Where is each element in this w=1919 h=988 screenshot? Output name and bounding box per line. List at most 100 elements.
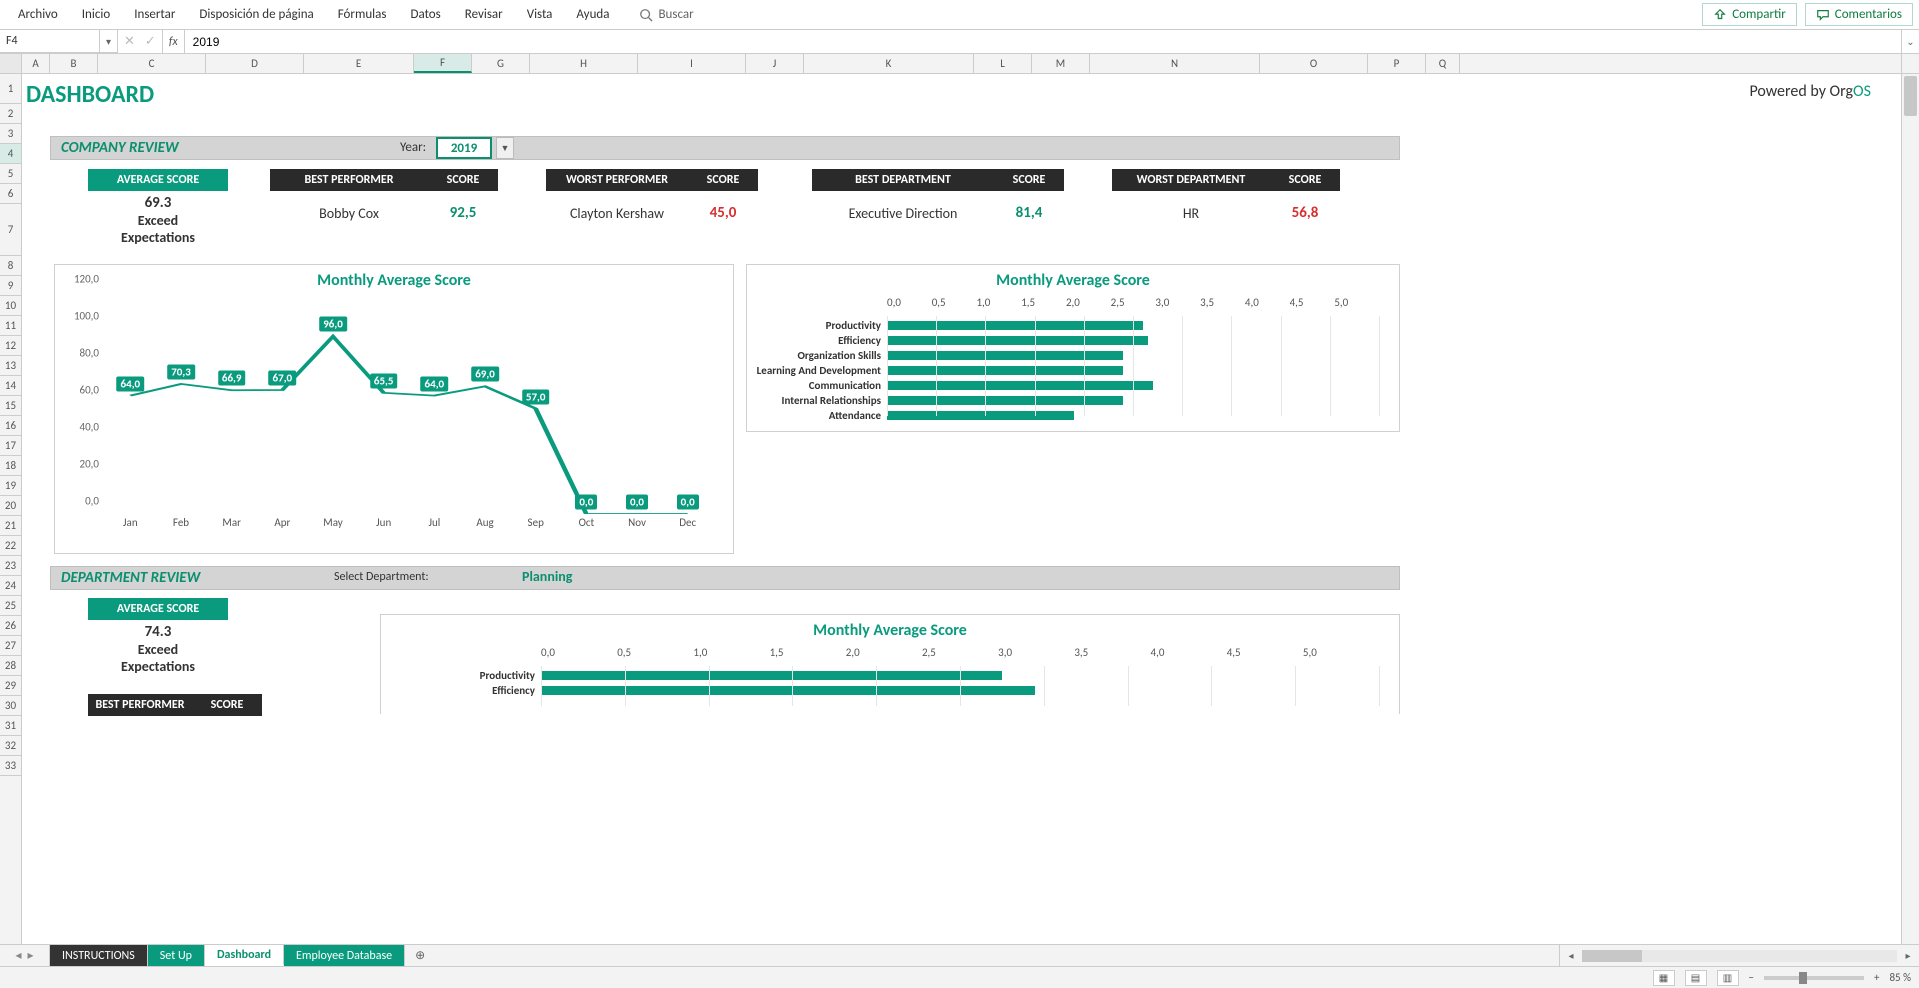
sheet-tab-instructions[interactable]: INSTRUCTIONS xyxy=(50,945,148,966)
status-bar: ▦ ▤ ▥ − + 85 % xyxy=(0,966,1919,988)
name-box[interactable]: F4 xyxy=(0,30,100,53)
horizontal-scrollbar[interactable]: ◂ ▸ xyxy=(1559,945,1919,966)
col-header-J[interactable]: J xyxy=(746,54,804,73)
row-header-23[interactable]: 23 xyxy=(0,556,21,576)
year-value[interactable]: 2019 xyxy=(436,137,492,159)
col-header-N[interactable]: N xyxy=(1090,54,1260,73)
menu-ayuda[interactable]: Ayuda xyxy=(564,3,621,26)
row-header-19[interactable]: 19 xyxy=(0,476,21,496)
row-header-7[interactable]: 7 xyxy=(0,204,21,256)
col-header-E[interactable]: E xyxy=(304,54,414,73)
col-header-I[interactable]: I xyxy=(638,54,746,73)
menu-vista[interactable]: Vista xyxy=(515,3,565,26)
col-header-M[interactable]: M xyxy=(1032,54,1090,73)
zoom-in-button[interactable]: + xyxy=(1874,971,1879,984)
year-dropdown[interactable]: ▼ xyxy=(496,137,514,159)
menu-revisar[interactable]: Revisar xyxy=(453,3,515,26)
row-header-11[interactable]: 11 xyxy=(0,316,21,336)
view-normal-button[interactable]: ▦ xyxy=(1653,970,1675,986)
col-header-L[interactable]: L xyxy=(974,54,1032,73)
row-header-31[interactable]: 31 xyxy=(0,716,21,736)
row-headers: 1234567891011121314151617181920212223242… xyxy=(0,74,22,944)
menu-inicio[interactable]: Inicio xyxy=(70,3,122,26)
col-header-C[interactable]: C xyxy=(98,54,206,73)
search-label: Buscar xyxy=(658,7,693,22)
row-header-16[interactable]: 16 xyxy=(0,416,21,436)
select-all-corner[interactable] xyxy=(0,54,22,73)
row-header-24[interactable]: 24 xyxy=(0,576,21,596)
col-header-A[interactable]: A xyxy=(22,54,50,73)
bar xyxy=(887,321,1143,330)
row-header-27[interactable]: 27 xyxy=(0,636,21,656)
data-label: 70,3 xyxy=(167,364,195,379)
name-box-dropdown[interactable]: ▾ xyxy=(100,30,118,53)
row-header-14[interactable]: 14 xyxy=(0,376,21,396)
menu-disposición de página[interactable]: Disposición de página xyxy=(187,3,325,26)
col-header-F[interactable]: F xyxy=(414,54,472,73)
col-header-D[interactable]: D xyxy=(206,54,304,73)
row-header-3[interactable]: 3 xyxy=(0,124,21,144)
row-header-21[interactable]: 21 xyxy=(0,516,21,536)
row-header-6[interactable]: 6 xyxy=(0,184,21,204)
row-header-28[interactable]: 28 xyxy=(0,656,21,676)
row-header-12[interactable]: 12 xyxy=(0,336,21,356)
col-header-G[interactable]: G xyxy=(472,54,530,73)
row-header-10[interactable]: 10 xyxy=(0,296,21,316)
formula-expand[interactable]: ⌄ xyxy=(1901,30,1919,53)
vertical-scrollbar[interactable] xyxy=(1901,74,1919,944)
col-header-H[interactable]: H xyxy=(530,54,638,73)
menu-insertar[interactable]: Insertar xyxy=(122,3,187,26)
comments-button[interactable]: Comentarios xyxy=(1805,3,1913,26)
dept-category-bar-chart: Monthly Average Score 0,00,51,01,52,02,5… xyxy=(380,614,1400,714)
bar-category-label: Productivity xyxy=(749,319,881,332)
cancel-icon[interactable]: ✕ xyxy=(124,34,135,49)
col-header-Q[interactable]: Q xyxy=(1426,54,1460,73)
formula-input[interactable] xyxy=(185,30,1901,53)
row-header-8[interactable]: 8 xyxy=(0,256,21,276)
row-header-32[interactable]: 32 xyxy=(0,736,21,756)
worksheet[interactable]: DASHBOARD Powered by OrgOS COMPANY REVIE… xyxy=(22,74,1901,944)
data-label: 0,0 xyxy=(575,495,597,510)
col-header-B[interactable]: B xyxy=(50,54,98,73)
tab-nav[interactable]: ◂▸ xyxy=(0,945,50,966)
row-header-2[interactable]: 2 xyxy=(0,104,21,124)
row-header-22[interactable]: 22 xyxy=(0,536,21,556)
row-header-20[interactable]: 20 xyxy=(0,496,21,516)
sheet-tab-dashboard[interactable]: Dashboard xyxy=(205,945,284,966)
col-header-K[interactable]: K xyxy=(804,54,974,73)
bar xyxy=(541,686,1035,695)
accept-icon[interactable]: ✓ xyxy=(145,34,156,49)
zoom-slider[interactable] xyxy=(1764,976,1864,980)
sheet-tab-set-up[interactable]: Set Up xyxy=(148,945,205,966)
zoom-level[interactable]: 85 % xyxy=(1889,971,1911,984)
add-sheet-button[interactable]: ⊕ xyxy=(405,945,435,966)
bar-category-label: Efficiency xyxy=(749,334,881,347)
col-header-O[interactable]: O xyxy=(1260,54,1368,73)
sheet-tab-employee-database[interactable]: Employee Database xyxy=(284,945,405,966)
row-header-29[interactable]: 29 xyxy=(0,676,21,696)
row-header-33[interactable]: 33 xyxy=(0,756,21,776)
row-header-15[interactable]: 15 xyxy=(0,396,21,416)
row-header-13[interactable]: 13 xyxy=(0,356,21,376)
zoom-out-button[interactable]: − xyxy=(1749,971,1754,984)
row-header-4[interactable]: 4 xyxy=(0,144,21,164)
row-header-5[interactable]: 5 xyxy=(0,164,21,184)
menu-archivo[interactable]: Archivo xyxy=(6,3,70,26)
bar xyxy=(887,411,1074,420)
view-page-break-button[interactable]: ▥ xyxy=(1717,970,1739,986)
row-header-17[interactable]: 17 xyxy=(0,436,21,456)
share-button[interactable]: Compartir xyxy=(1702,3,1797,26)
menu-datos[interactable]: Datos xyxy=(398,3,452,26)
col-header-P[interactable]: P xyxy=(1368,54,1426,73)
view-page-layout-button[interactable]: ▤ xyxy=(1685,970,1707,986)
row-header-9[interactable]: 9 xyxy=(0,276,21,296)
row-header-25[interactable]: 25 xyxy=(0,596,21,616)
menu-fórmulas[interactable]: Fórmulas xyxy=(326,3,399,26)
row-header-30[interactable]: 30 xyxy=(0,696,21,716)
row-header-1[interactable]: 1 xyxy=(0,74,21,104)
row-header-18[interactable]: 18 xyxy=(0,456,21,476)
avg-score-card: 69.3 Exceed Expectations xyxy=(82,192,234,248)
search[interactable]: Buscar xyxy=(639,7,693,22)
selected-dept[interactable]: Planning xyxy=(522,568,572,585)
row-header-26[interactable]: 26 xyxy=(0,616,21,636)
